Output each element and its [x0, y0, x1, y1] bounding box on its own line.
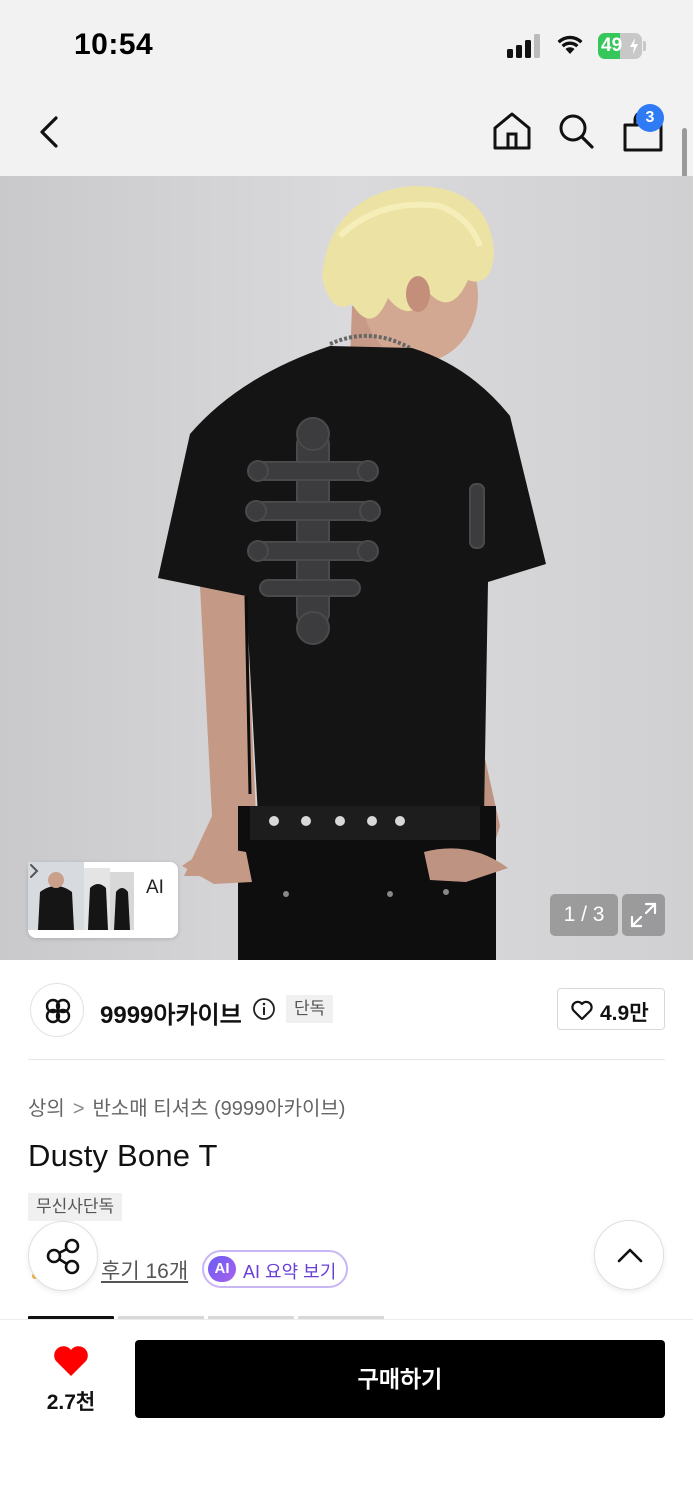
battery-charging-icon: 49 — [598, 33, 646, 59]
breadcrumb-subcategory[interactable]: 반소매 티셔츠 (9999아카이브) — [93, 1098, 346, 1120]
brand-like-button[interactable]: 4.9만 — [557, 988, 665, 1030]
musinsa-exclusive-badge: 무신사단독 — [28, 1193, 123, 1221]
product-image-gallery[interactable]: AI 1 / 3 — [0, 176, 693, 960]
back-arrow-icon[interactable] — [30, 110, 70, 154]
search-icon[interactable] — [555, 108, 597, 154]
ai-badge: AI — [208, 1256, 236, 1282]
charging-bolt-icon — [630, 38, 638, 54]
exclusive-badge: 단독 — [286, 995, 334, 1023]
ai-summary-button[interactable]: AI AI 요약 보기 — [202, 1250, 348, 1288]
ai-thumbnail-images — [28, 862, 134, 930]
chevron-up-icon — [617, 1248, 643, 1263]
brand-logo-icon — [45, 998, 71, 1024]
brand-like-count: 4.9만 — [600, 1002, 649, 1025]
breadcrumb-category[interactable]: 상의 — [28, 1098, 65, 1120]
heart-outline-icon — [571, 1000, 593, 1021]
wifi-icon — [557, 35, 583, 54]
buy-button[interactable]: 구매하기 — [135, 1340, 665, 1418]
wishlist-button[interactable]: 2.7천 — [36, 1342, 106, 1418]
share-button[interactable] — [28, 1221, 98, 1291]
section-divider — [28, 1059, 665, 1060]
brand-logo[interactable] — [30, 983, 84, 1037]
chevron-right-icon — [30, 864, 39, 878]
info-icon[interactable] — [252, 997, 276, 1021]
wishlist-count: 2.7천 — [46, 1391, 96, 1414]
heart-filled-icon — [54, 1346, 88, 1376]
review-count-link[interactable]: 후기 16개 — [101, 1255, 188, 1285]
scroll-to-top-button[interactable] — [594, 1220, 664, 1290]
status-bar: 10:54 49 — [0, 0, 693, 88]
cart-count-badge: 3 — [636, 104, 664, 132]
share-icon — [46, 1238, 80, 1275]
home-icon[interactable] — [490, 108, 534, 154]
expand-icon — [630, 902, 657, 928]
ai-summary-label: AI 요약 보기 — [243, 1262, 337, 1282]
ai-thumbnail-label: AI — [146, 877, 164, 898]
product-title: Dusty Bone T — [28, 1138, 218, 1173]
image-page-counter: 1 / 3 — [550, 894, 618, 936]
breadcrumb: 상의 > 반소매 티셔츠 (9999아카이브) — [28, 1092, 345, 1121]
ai-style-thumbnails[interactable]: AI — [28, 862, 178, 938]
product-photo — [0, 176, 693, 960]
brand-name[interactable]: 9999아카이브 — [100, 995, 242, 1030]
cellular-signal-icon — [507, 34, 543, 58]
status-time: 10:54 — [74, 28, 154, 61]
chevron-right-icon: > — [72, 1098, 85, 1120]
navigation-header — [0, 88, 693, 176]
expand-image-button[interactable] — [622, 894, 665, 936]
